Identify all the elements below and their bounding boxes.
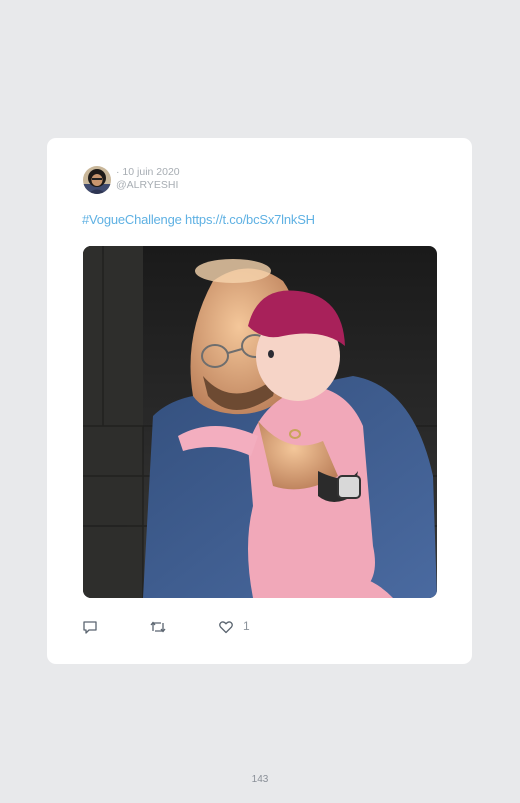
like-count: 1 <box>243 618 250 633</box>
tweet-date: 10 juin 2020 <box>116 166 179 179</box>
avatar[interactable] <box>83 166 111 194</box>
tweet-card: 10 juin 2020 @ALRYESHI #VogueChallenge h… <box>47 138 472 664</box>
tweet-photo[interactable] <box>83 246 437 598</box>
reply-button[interactable] <box>82 619 98 635</box>
tweet-text[interactable]: #VogueChallenge https://t.co/bcSx7lnkSH <box>82 212 315 227</box>
tweet-meta: 10 juin 2020 @ALRYESHI <box>116 166 180 192</box>
tweet-handle[interactable]: @ALRYESHI <box>116 179 180 192</box>
heart-icon[interactable] <box>218 619 234 635</box>
retweet-button[interactable] <box>149 619 167 635</box>
page-number: 143 <box>251 774 269 785</box>
speech-bubble-icon[interactable] <box>82 619 98 635</box>
like-button[interactable]: 1 <box>218 619 250 635</box>
tweet-actions: 1 <box>82 619 282 637</box>
retweet-icon[interactable] <box>149 619 167 635</box>
